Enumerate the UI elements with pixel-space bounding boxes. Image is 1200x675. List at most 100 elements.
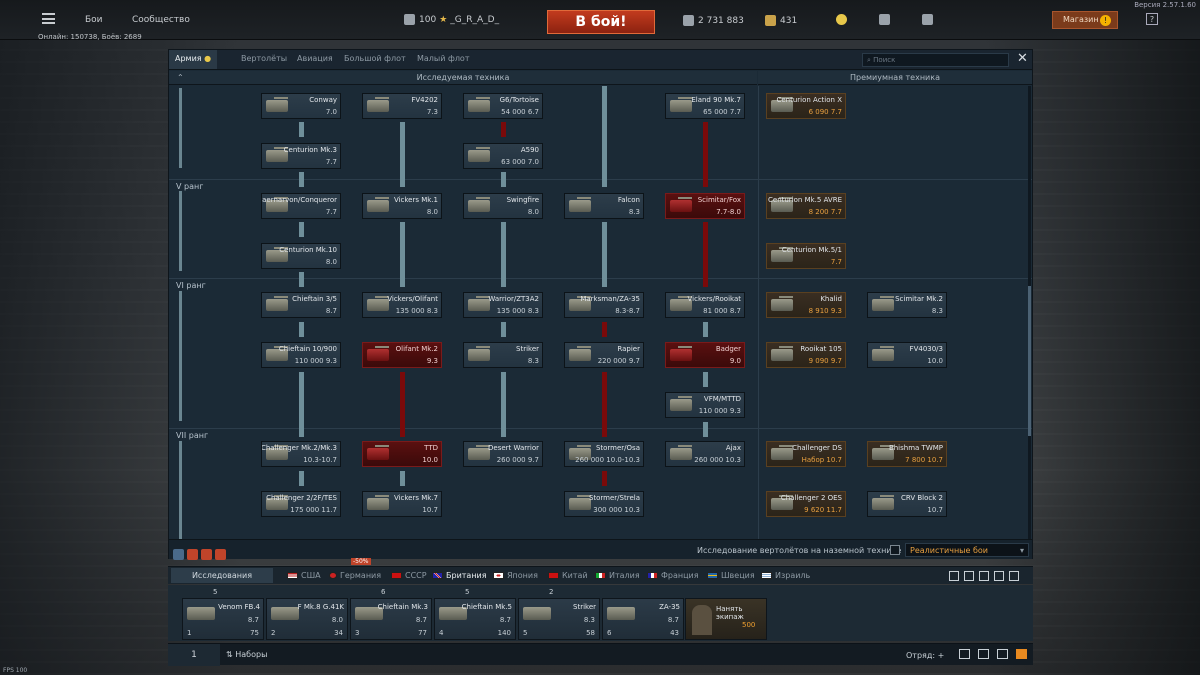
vehicle-card[interactable]: Stormer/Strela 300 000 10.3 <box>564 491 644 517</box>
premium-vehicle-card[interactable]: Challenger DS Набор 10.7 <box>766 441 846 467</box>
vehicle-card[interactable]: Eland 90 Mk.7 65 000 7.7 <box>665 93 745 119</box>
community-menu[interactable]: Сообщество <box>132 15 190 25</box>
heli-research-checkbox[interactable] <box>890 545 900 555</box>
nation-italy[interactable]: Италия <box>595 571 640 580</box>
nation-germany[interactable]: Германия <box>329 571 381 580</box>
lightbulb-icon[interactable] <box>836 14 851 25</box>
menu-icon[interactable] <box>42 13 55 24</box>
check-icon[interactable] <box>979 571 989 581</box>
vehicle-card[interactable]: CRV Block 2 10.7 <box>867 491 947 517</box>
rank-vii-label[interactable]: VII ранг <box>176 431 208 440</box>
chat-icon[interactable] <box>997 649 1008 659</box>
nation-sweden[interactable]: Швеция <box>707 571 755 580</box>
nation-france[interactable]: Франция <box>647 571 699 580</box>
crew-slot[interactable]: F Mk.8 G.41K 8.0 2 34 <box>266 598 348 640</box>
rank-vi-label[interactable]: VI ранг <box>176 281 206 290</box>
game-mode-select[interactable]: Реалистичные бои ▾ <box>905 543 1029 557</box>
vehicle-card[interactable]: Falcon 8.3 <box>564 193 644 219</box>
vehicle-card[interactable]: Challenger Mk.2/Mk.3 10.3-10.7 <box>261 441 341 467</box>
premium-vehicle-card[interactable]: Khalid 8 910 9.3 <box>766 292 846 318</box>
vehicle-card[interactable]: VFM/MTTD 110 000 9.3 <box>665 392 745 418</box>
mail-icon[interactable] <box>1016 649 1027 659</box>
vehicle-card[interactable]: Desert Warrior 260 000 9.7 <box>463 441 543 467</box>
nation-ussr[interactable]: СССР <box>391 571 427 580</box>
marketplace-icon[interactable] <box>879 14 894 25</box>
vehicle-card[interactable]: Vickers/Olifant 135 000 8.3 <box>362 292 442 318</box>
vehicle-card[interactable]: Scimitar Mk.2 8.3 <box>867 292 947 318</box>
wrench-icon[interactable] <box>964 571 974 581</box>
vehicle-card[interactable]: Conway 7.0 <box>261 93 341 119</box>
vehicle-card[interactable]: Badger 9.0 <box>665 342 745 368</box>
to-battle-button[interactable]: В бой! <box>547 10 655 34</box>
presets-button[interactable]: ⇅ Наборы <box>226 650 267 659</box>
vehicle-card[interactable]: Ajax 260 000 10.3 <box>665 441 745 467</box>
vehicle-card[interactable]: FV4030/3 10.0 <box>867 342 947 368</box>
crew-slot[interactable]: 6 Chieftain Mk.3 8.7 3 77 <box>350 588 432 640</box>
coupon-icon[interactable] <box>922 14 937 25</box>
tree-scrollbar[interactable] <box>1028 86 1031 539</box>
vehicle-card[interactable]: Warrior/ZT3A2 135 000 8.3 <box>463 292 543 318</box>
tab-coastal-fleet[interactable]: Малый флот <box>417 54 469 63</box>
vehicle-card[interactable]: Vickers/Rooikat 81 000 8.7 <box>665 292 745 318</box>
vehicle-card[interactable]: Striker 8.3 <box>463 342 543 368</box>
vehicle-card[interactable]: Vickers Mk.1 8.0 <box>362 193 442 219</box>
gold-balance[interactable]: 431 <box>765 15 797 26</box>
friends-icon[interactable] <box>978 649 989 659</box>
gear-icon[interactable] <box>949 571 959 581</box>
tab-helicopters[interactable]: Вертолёты <box>241 54 287 63</box>
player-profile[interactable]: 100 ★ _G_R_A_D_ <box>404 14 499 25</box>
research-toggle[interactable]: Исследования <box>171 568 273 583</box>
premium-vehicle-card[interactable]: Challenger 2 OES 9 620 11.7 <box>766 491 846 517</box>
premium-vehicle-card[interactable]: Centurion Mk.5 AVRE 8 200 7.7 <box>766 193 846 219</box>
crew-slot[interactable]: 5 Venom FB.4 8.7 1 75 <box>182 588 264 640</box>
add-squad-icon[interactable]: + <box>938 651 945 660</box>
buy-crew-slot[interactable]: Нанять экипаж 500 <box>685 598 767 640</box>
vehicle-card[interactable]: Olifant Mk.2 9.3 <box>362 342 442 368</box>
battles-menu[interactable]: Бои <box>85 15 103 25</box>
help-button[interactable]: ? <box>1146 13 1158 25</box>
close-icon[interactable]: ✕ <box>1017 51 1028 66</box>
nation-china[interactable]: Китай <box>548 571 588 580</box>
vehicle-card[interactable]: Challenger 2/2F/TES 175 000 11.7 <box>261 491 341 517</box>
preset-page[interactable]: 1 <box>168 644 220 666</box>
shop-button[interactable]: Магазин! <box>1052 11 1118 29</box>
vehicle-card[interactable]: Marksman/ZA-35 8.3-8.7 <box>564 292 644 318</box>
check-all-icon[interactable] <box>1009 571 1019 581</box>
vehicle-card[interactable]: Caernarvon/Conqueror 7.7 <box>261 193 341 219</box>
tab-bluewater-fleet[interactable]: Большой флот <box>344 54 406 63</box>
premium-vehicle-card[interactable]: Centurion Mk.5/1 7.7 <box>766 243 846 269</box>
vehicle-card[interactable]: Vickers Mk.7 10.7 <box>362 491 442 517</box>
premium-vehicle-card[interactable]: Centurion Action X 6 090 7.7 <box>766 93 846 119</box>
crew-slot[interactable]: ZA-35 8.7 6 43 <box>602 598 684 640</box>
vehicle-card[interactable]: Chieftain 3/5 8.7 <box>261 292 341 318</box>
vehicle-card[interactable]: Stormer/Osa 260 000 10.0-10.3 <box>564 441 644 467</box>
vehicle-card[interactable]: TTD 10.0 <box>362 441 442 467</box>
vehicle-card[interactable]: Centurion Mk.3 7.7 <box>261 143 341 169</box>
search-input[interactable]: ⌕ Поиск <box>862 53 1009 67</box>
repair-icon[interactable] <box>994 571 1004 581</box>
premium-vehicle-card[interactable]: Bhishma TWMP 7 800 10.7 <box>867 441 947 467</box>
vehicle-card[interactable]: Swingfire 8.0 <box>463 193 543 219</box>
vehicle-card[interactable]: A590 63 000 7.0 <box>463 143 543 169</box>
list-icon[interactable] <box>959 649 970 659</box>
vehicle-card[interactable]: Rapier 220 000 9.7 <box>564 342 644 368</box>
timer-icon[interactable] <box>187 549 198 560</box>
tab-army[interactable]: Армия ● <box>169 50 218 69</box>
list-icon[interactable] <box>201 549 212 560</box>
nation-britain[interactable]: Британия <box>432 571 487 580</box>
nation-usa[interactable]: США <box>287 571 321 580</box>
vehicle-card[interactable]: Chieftain 10/900 110 000 9.3 <box>261 342 341 368</box>
vehicle-card[interactable]: Centurion Mk.10 8.0 <box>261 243 341 269</box>
discount-icon[interactable] <box>215 549 226 560</box>
vehicle-card[interactable]: G6/Tortoise 54 000 6.7 <box>463 93 543 119</box>
nation-japan[interactable]: Япония <box>493 571 538 580</box>
crew-slot[interactable]: 2 Striker 8.3 5 58 <box>518 588 600 640</box>
tab-aviation[interactable]: Авиация <box>297 54 333 63</box>
crew-slot[interactable]: 5 Chieftain Mk.5 8.7 4 140 <box>434 588 516 640</box>
rank-v-label[interactable]: V ранг <box>176 182 203 191</box>
vehicle-card[interactable]: FV4202 7.3 <box>362 93 442 119</box>
silver-balance[interactable]: 2 731 883 <box>683 15 744 26</box>
vehicle-card[interactable]: Scimitar/Fox 7.7-8.0 <box>665 193 745 219</box>
nation-israel[interactable]: Израиль <box>761 571 810 580</box>
info-icon[interactable] <box>173 549 184 560</box>
